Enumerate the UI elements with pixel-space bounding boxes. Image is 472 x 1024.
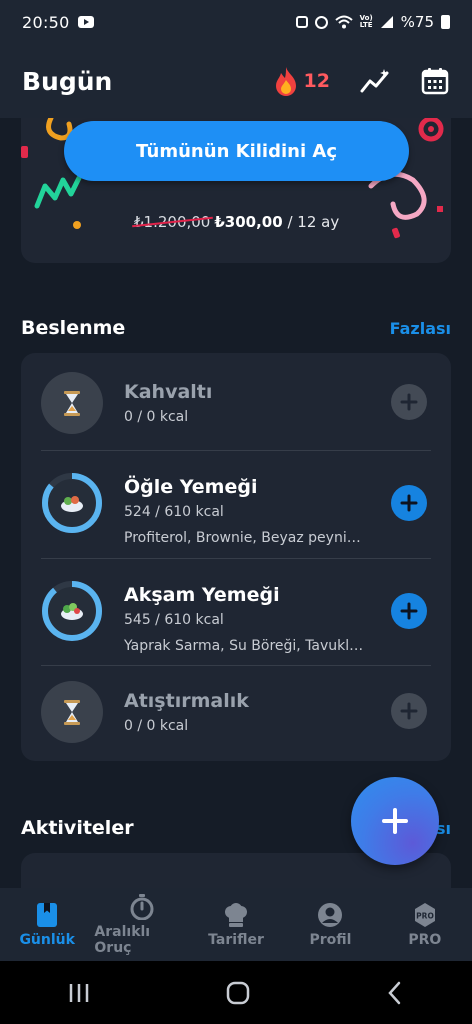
divider <box>41 450 431 451</box>
nav-label: Profil <box>309 931 352 948</box>
add-lunch-button[interactable] <box>391 485 427 521</box>
nutrition-title: Beslenme <box>21 317 126 339</box>
main-content[interactable]: Tümünün Kilidini Aç ₺1.200,00 ₺300,00 / 1… <box>0 118 472 888</box>
battery-percent: %75 <box>400 13 434 31</box>
plus-icon <box>400 494 418 512</box>
activities-title: Aktiviteler <box>21 817 134 839</box>
new-price: ₺300,00 <box>214 213 283 231</box>
profile-icon <box>317 902 343 928</box>
svg-text:PRO: PRO <box>416 911 434 920</box>
insights-button[interactable] <box>360 66 390 96</box>
meal-items: Yaprak Sarma, Su Böreği, Tavukl… <box>124 638 364 654</box>
nutrition-more-link[interactable]: Fazlası <box>390 319 451 338</box>
price-period: / 12 ay <box>287 213 340 231</box>
stopwatch-icon <box>129 893 155 920</box>
status-time: 20:50 <box>22 12 70 32</box>
notification-icon <box>295 16 308 28</box>
pro-badge-icon: PRO <box>412 902 438 928</box>
add-snack-button[interactable] <box>391 693 427 729</box>
plus-icon <box>400 702 418 720</box>
chef-hat-icon <box>223 902 249 928</box>
dinner-progress-ring <box>42 581 102 641</box>
meal-kcal: 524 / 610 kcal <box>124 504 224 520</box>
add-breakfast-button[interactable] <box>391 384 427 420</box>
streak-counter[interactable]: 12 <box>274 66 330 96</box>
page-title: Bugün <box>22 66 113 96</box>
meal-name: Kahvaltı <box>124 381 213 403</box>
nav-label: Günlük <box>19 931 75 948</box>
meal-kcal: 0 / 0 kcal <box>124 718 189 734</box>
hourglass-icon <box>41 372 103 434</box>
meals-card: Kahvaltı 0 / 0 kcal Öğle Yemeği 524 / 61… <box>21 353 451 761</box>
meal-row-breakfast[interactable]: Kahvaltı 0 / 0 kcal <box>21 353 451 453</box>
meal-name: Atıştırmalık <box>124 690 249 712</box>
battery-icon <box>441 15 450 29</box>
lte-indicator: Vo) LTE <box>359 14 373 29</box>
nav-item-fasting[interactable]: Aralıklı Oruç <box>94 888 188 961</box>
plus-icon <box>400 602 418 620</box>
nav-item-daily[interactable]: Günlük <box>0 888 94 961</box>
meal-kcal: 545 / 610 kcal <box>124 612 224 628</box>
pro-price: ₺1.200,00 ₺300,00 / 12 ay <box>134 213 339 231</box>
add-fab-button[interactable] <box>351 777 439 865</box>
meal-name: Akşam Yemeği <box>124 584 280 606</box>
nav-label: Aralıklı Oruç <box>94 923 151 956</box>
status-icons: Vo) LTE %75 <box>295 13 450 31</box>
alarm-icon <box>314 15 328 29</box>
home-icon[interactable] <box>226 981 250 1005</box>
nutrition-header: Beslenme Fazlası <box>21 317 451 339</box>
meal-name: Öğle Yemeği <box>124 476 258 498</box>
recent-apps-icon[interactable] <box>67 982 91 1004</box>
plus-icon <box>382 808 408 834</box>
meal-row-lunch[interactable]: Öğle Yemeği 524 / 610 kcal Profiterol, B… <box>21 452 451 552</box>
nav-item-profile[interactable]: Profil <box>283 888 377 961</box>
meal-row-snack[interactable]: Atıştırmalık 0 / 0 kcal <box>21 663 451 763</box>
signal-icon <box>380 16 393 28</box>
calendar-icon <box>421 68 449 95</box>
old-price: ₺1.200,00 <box>134 213 211 231</box>
streak-count: 12 <box>303 70 330 92</box>
nav-item-recipes[interactable]: Tarifler <box>189 888 283 961</box>
diary-icon <box>34 902 60 928</box>
status-bar: 20:50 Vo) LTE %75 <box>0 0 472 44</box>
nav-label: Tarifler <box>208 931 264 948</box>
meal-items: Profiterol, Brownie, Beyaz peyni… <box>124 530 361 546</box>
plus-icon <box>400 393 418 411</box>
lunch-progress-ring <box>42 473 102 533</box>
calendar-button[interactable] <box>420 66 450 96</box>
meal-kcal: 0 / 0 kcal <box>124 409 189 425</box>
hourglass-icon <box>41 681 103 743</box>
system-nav-bar <box>0 961 472 1024</box>
divider <box>41 558 431 559</box>
wifi-icon <box>334 15 353 29</box>
flame-icon <box>275 67 296 96</box>
app-header: Bugün 12 <box>0 44 472 118</box>
bottom-nav: Günlük Aralıklı Oruç Tarifler Profil PRO… <box>0 888 472 961</box>
sparkle-chart-icon <box>360 69 389 93</box>
add-dinner-button[interactable] <box>391 593 427 629</box>
unlock-all-button[interactable]: Tümünün Kilidini Aç <box>64 121 409 181</box>
pro-promo-card: Tümünün Kilidini Aç ₺1.200,00 ₺300,00 / 1… <box>21 118 451 263</box>
nav-label: PRO <box>408 931 442 948</box>
nav-item-pro[interactable]: PRO PRO <box>378 888 472 961</box>
back-icon[interactable] <box>385 981 405 1005</box>
youtube-notification-icon <box>77 16 94 28</box>
meal-row-dinner[interactable]: Akşam Yemeği 545 / 610 kcal Yaprak Sarma… <box>21 560 451 660</box>
